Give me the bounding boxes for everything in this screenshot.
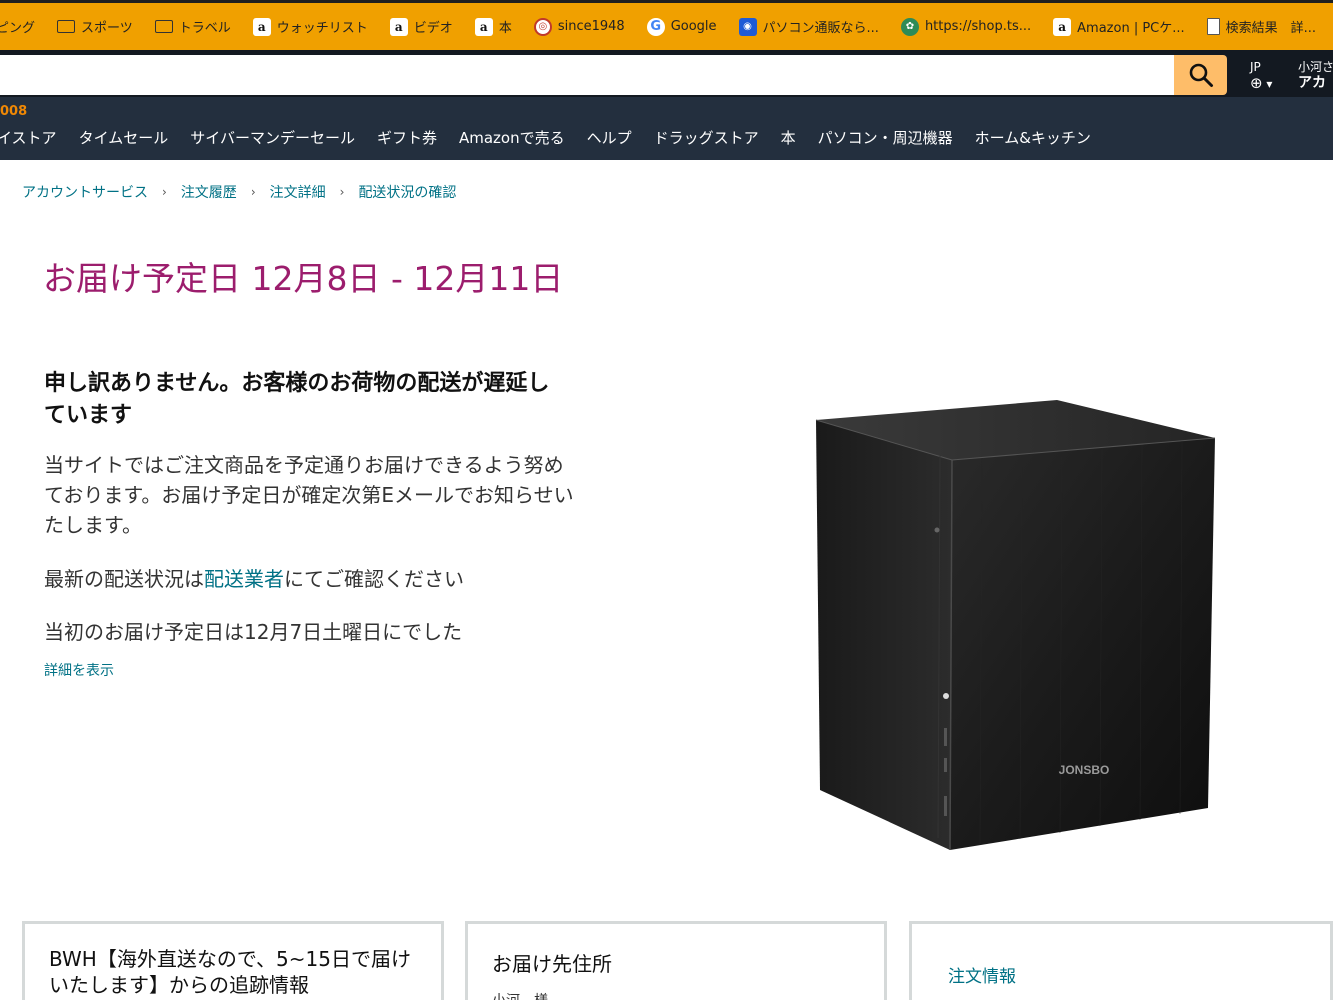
bookmark-item[interactable]: a Amazon | PCケ...	[1041, 3, 1195, 50]
bookmark-folder[interactable]: トラベル	[143, 3, 241, 50]
amazon-icon: a	[389, 17, 408, 36]
nav-link-sell[interactable]: Amazonで売る	[448, 127, 576, 148]
carrier-link[interactable]: 配送業者	[204, 567, 284, 591]
bookmark-item[interactable]: G Google	[635, 3, 727, 50]
tracking-info-title: BWH【海外直送なので、5~15日で届けいたします】からの追跡情報	[49, 947, 411, 997]
bookmark-label: ウォッチリスト	[276, 21, 368, 36]
search-input[interactable]	[0, 55, 1174, 95]
bookmark-label: Google	[670, 19, 717, 34]
delay-message: 当サイトではご注文商品を予定通りお届けできるよう努めております。お届け予定日が確…	[44, 453, 574, 537]
order-info-link[interactable]: 注文情報	[948, 962, 1016, 987]
bookmark-item[interactable]: 検索結果 詳...	[1195, 3, 1326, 50]
bookmark-folder[interactable]: スポーツ	[45, 3, 143, 50]
tracking-info-box: BWH【海外直送なので、5~15日で届けいたします】からの追跡情報	[22, 921, 444, 1000]
bookmark-item[interactable]: ◎ since1948	[522, 3, 635, 50]
bookmark-label: 本	[498, 21, 512, 36]
folder-icon	[57, 20, 76, 33]
bookmarks-bar: ピング スポーツ トラベル a ウォッチリスト a ビデオ a 本 ◎ sinc…	[0, 0, 1333, 50]
nav-link-books[interactable]: 本	[770, 127, 807, 148]
blue-square-icon: ◉	[738, 17, 757, 36]
nav-links: イストア タイムセール サイバーマンデーセール ギフト券 Amazonで売る ヘ…	[0, 127, 1102, 148]
amazon-icon: a	[474, 17, 493, 36]
shipping-address-title: お届け先住所	[492, 952, 612, 976]
chevron-right-icon: ›	[339, 185, 345, 199]
nav-link-help[interactable]: ヘルプ	[576, 127, 643, 148]
bookmark-label: トラベル	[178, 21, 231, 36]
breadcrumb-tracking[interactable]: 配送状況の確認	[358, 182, 456, 202]
bookmark-item[interactable]: a 本	[463, 3, 522, 50]
folder-icon	[154, 20, 173, 33]
nav-link[interactable]: イストア	[0, 127, 68, 148]
product-image-pc-case: JONSBO	[815, 400, 1216, 851]
breadcrumb-order-details[interactable]: 注文詳細	[270, 182, 326, 202]
bookmark-item[interactable]: ◉ パソコン通販なら...	[727, 3, 889, 50]
latest-status-line: 最新の配送状況は配送業者にてご確認ください	[44, 563, 464, 592]
nav-link-cybermonday[interactable]: サイバーマンデーセール	[179, 127, 366, 148]
latest-status-prefix: 最新の配送状況は	[44, 567, 204, 591]
language-code: JP	[1250, 60, 1261, 74]
language-selector[interactable]: JP ⊕ ▾	[1250, 59, 1272, 92]
nav-link-home-kitchen[interactable]: ホーム&キッチン	[964, 127, 1102, 148]
red-circle-icon: ◎	[533, 17, 552, 36]
bookmark-label: https://shop.ts...	[924, 19, 1032, 34]
amazon-header: JP ⊕ ▾ 小河さ アカ	[0, 50, 1333, 97]
latest-status-suffix: にてご確認ください	[284, 567, 464, 591]
breadcrumb-account-service[interactable]: アカウントサービス	[22, 182, 148, 202]
breadcrumb-order-history[interactable]: 注文履歴	[181, 182, 237, 202]
bookmark-item[interactable]: a ビデオ	[378, 3, 463, 50]
bookmark-label: 検索結果 詳...	[1225, 21, 1317, 36]
chevron-right-icon: ›	[250, 185, 256, 199]
caret-down-icon: ▾	[1266, 77, 1273, 91]
green-badge-icon: ✿	[900, 17, 919, 36]
bookmark-item[interactable]: a ウォッチリスト	[241, 3, 378, 50]
delay-heading: 申し訳ありません。お客様のお荷物の配送が遅延しています	[44, 371, 550, 428]
delivery-date-title: お届け予定日 12月8日 - 12月11日	[43, 259, 564, 298]
chevron-right-icon: ›	[162, 185, 167, 199]
show-details-link[interactable]: 詳細を表示	[44, 660, 114, 680]
bookmark-label: since1948	[557, 19, 625, 34]
globe-icon: ⊕	[1250, 74, 1263, 92]
nav-promo-text: 008	[0, 104, 28, 119]
search-icon	[1189, 63, 1213, 87]
bookmark-label: ピング	[0, 21, 36, 36]
amazon-icon: a	[252, 17, 271, 36]
nav-link-drugstore[interactable]: ドラッグストア	[643, 127, 770, 148]
bookmark-item[interactable]: ピング	[0, 3, 45, 50]
product-brand-text: JONSBO	[1059, 763, 1110, 777]
bookmark-label: ビデオ	[413, 21, 453, 36]
search-button[interactable]	[1174, 55, 1227, 95]
amazon-icon: a	[1053, 17, 1072, 36]
nav-link-pc[interactable]: パソコン・周辺機器	[807, 127, 964, 148]
account-menu[interactable]: 小河さ アカ	[1298, 59, 1333, 91]
original-delivery-date: 当初のお届け予定日は12月7日土曜日にでした	[44, 620, 463, 644]
nav-bar: 008 イストア タイムセール サイバーマンデーセール ギフト券 Amazonで…	[0, 97, 1333, 160]
document-icon	[1206, 18, 1220, 35]
nav-link-timesale[interactable]: タイムセール	[68, 127, 180, 148]
bookmark-item[interactable]: ✿ https://shop.ts...	[889, 3, 1041, 50]
nav-link-giftcard[interactable]: ギフト券	[366, 127, 448, 148]
google-icon: G	[646, 17, 665, 36]
order-info-box: 注文情報	[909, 921, 1333, 1000]
shipping-address-box: お届け先住所 小河 様	[465, 921, 887, 1000]
account-greeting: 小河さ	[1298, 60, 1333, 74]
shipping-address-name: 小河 様	[492, 990, 548, 1000]
bookmark-label: Amazon | PCケ...	[1077, 21, 1185, 36]
account-label: アカ	[1298, 75, 1326, 91]
bookmark-label: パソコン通販なら...	[762, 21, 879, 36]
breadcrumb: アカウントサービス › 注文履歴 › 注文詳細 › 配送状況の確認	[22, 182, 456, 202]
bookmark-label: スポーツ	[81, 21, 133, 36]
